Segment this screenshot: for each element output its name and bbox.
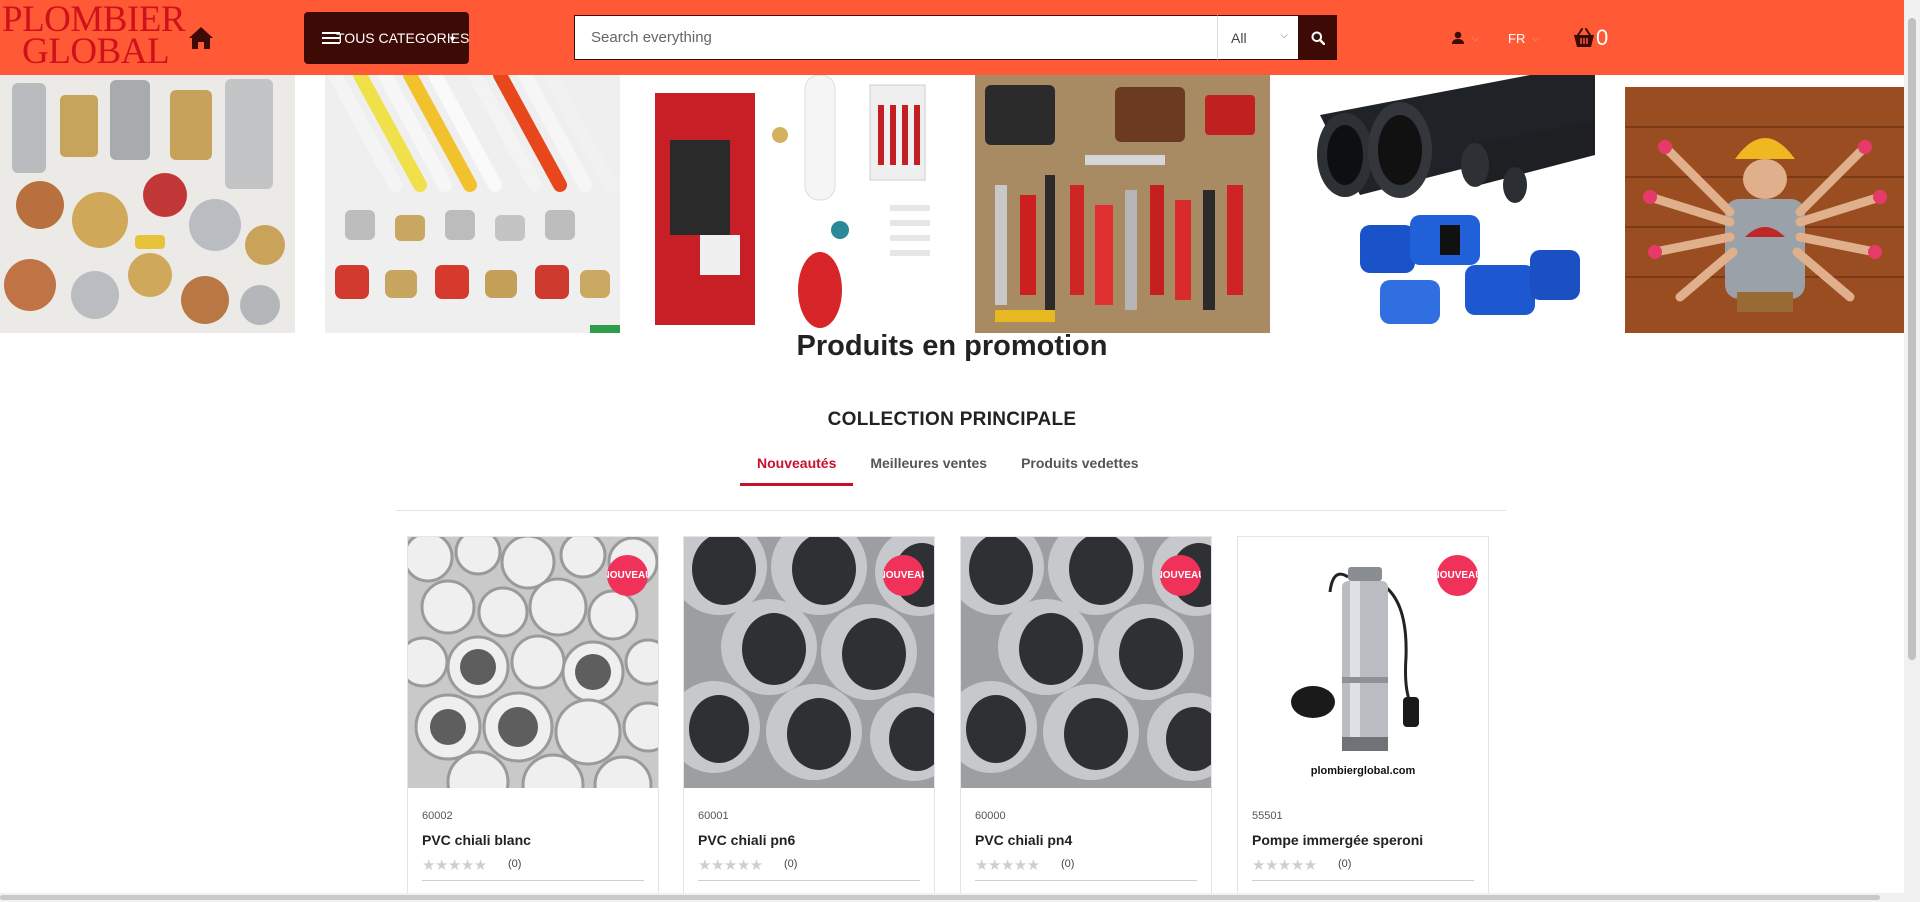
image-caption: plombierglobal.com xyxy=(1310,765,1416,777)
category-banner xyxy=(0,75,1904,333)
chevron-down-icon: ⌵ xyxy=(1532,32,1540,43)
language-selector[interactable]: FR ⌵ xyxy=(1508,24,1539,52)
banner-tile-heating[interactable] xyxy=(650,75,945,333)
tab-meilleures-ventes[interactable]: Meilleures ventes xyxy=(853,450,1004,486)
cart-count: 0 xyxy=(1596,25,1609,50)
new-badge: NOUVEAU xyxy=(1160,555,1201,596)
site-header: PLOMBIER GLOBAL TOUS CATEGORIES ▼ All ⌵ … xyxy=(0,0,1904,75)
new-badge: NOUVEAU xyxy=(1437,555,1478,596)
banner-tile-multilayer-pipes[interactable] xyxy=(325,75,620,333)
vertical-scrollbar-thumb[interactable] xyxy=(1908,18,1916,660)
card-divider xyxy=(698,880,920,881)
product-name[interactable]: PVC chiali pn4 xyxy=(975,832,1072,848)
collection-heading: COLLECTION PRINCIPALE xyxy=(827,409,1077,430)
new-badge: NOUVEAU xyxy=(883,555,924,596)
product-card[interactable]: NOUVEAU 60000 PVC chiali pn4 ★★★★★ (0) xyxy=(960,536,1212,902)
new-badge: NOUVEAU xyxy=(607,555,648,596)
review-count: (0) xyxy=(1061,858,1075,870)
product-ref: 60000 xyxy=(975,810,1006,822)
home-icon xyxy=(189,27,213,49)
user-icon xyxy=(1452,31,1464,44)
search-button[interactable] xyxy=(1299,15,1337,60)
cart-button[interactable]: 0 xyxy=(1572,24,1608,52)
tabs-divider xyxy=(396,510,1506,511)
card-divider xyxy=(975,880,1197,881)
product-card[interactable]: NOUVEAU 60002 PVC chiali blanc ★★★★★ (0) xyxy=(407,536,659,902)
search-input[interactable] xyxy=(574,15,1217,60)
horizontal-scrollbar[interactable] xyxy=(0,893,1904,902)
chevron-down-icon: ▼ xyxy=(448,34,457,44)
product-ref: 55501 xyxy=(1252,810,1283,822)
rating-stars: ★★★★★ xyxy=(1252,857,1317,874)
rating-stars: ★★★★★ xyxy=(698,857,763,874)
banner-tile-pe-pipes[interactable] xyxy=(1300,75,1595,333)
chevron-down-icon: ⌵ xyxy=(1280,30,1288,41)
review-count: (0) xyxy=(508,858,522,870)
tab-produits-vedettes[interactable]: Produits vedettes xyxy=(1004,450,1155,486)
banner-tile-worker[interactable] xyxy=(1625,87,1904,333)
horizontal-scrollbar-thumb[interactable] xyxy=(0,895,1880,900)
chevron-down-icon: ⌵ xyxy=(1472,32,1479,43)
search-icon xyxy=(1311,31,1325,45)
product-name[interactable]: PVC chiali pn6 xyxy=(698,832,795,848)
product-ref: 60002 xyxy=(422,810,453,822)
card-divider xyxy=(422,880,644,881)
search-scope-select[interactable]: All ⌵ xyxy=(1217,15,1299,60)
product-card[interactable]: NOUVEAU 60001 PVC chiali pn6 ★★★★★ (0) xyxy=(683,536,935,902)
review-count: (0) xyxy=(784,858,798,870)
product-card[interactable]: plombierglobal.com NOUVEAU 55501 Pompe i… xyxy=(1237,536,1489,902)
home-button[interactable] xyxy=(187,24,215,52)
product-name[interactable]: PVC chiali blanc xyxy=(422,832,531,848)
language-label: FR xyxy=(1508,30,1526,46)
logo-line-2: GLOBAL xyxy=(22,31,170,72)
review-count: (0) xyxy=(1338,858,1352,870)
site-logo[interactable]: PLOMBIER GLOBAL xyxy=(2,0,188,70)
rating-stars: ★★★★★ xyxy=(422,857,487,874)
all-categories-button[interactable]: TOUS CATEGORIES ▼ xyxy=(304,12,469,64)
vertical-scrollbar[interactable] xyxy=(1904,0,1920,902)
promotions-heading: Produits en promotion xyxy=(796,330,1108,362)
card-divider xyxy=(1252,880,1474,881)
banner-tile-fittings[interactable] xyxy=(0,75,295,333)
banner-tile-tools[interactable] xyxy=(975,75,1270,333)
search-bar: All ⌵ xyxy=(574,15,1337,60)
product-ref: 60001 xyxy=(698,810,729,822)
account-button[interactable]: ⌵ xyxy=(1451,24,1479,52)
rating-stars: ★★★★★ xyxy=(975,857,1040,874)
tab-nouveautes[interactable]: Nouveautés xyxy=(740,450,854,486)
cart-icon xyxy=(1574,28,1594,47)
collection-tabs: Nouveautés Meilleures ventes Produits ve… xyxy=(740,450,1156,486)
product-name[interactable]: Pompe immergée speroni xyxy=(1252,832,1423,848)
search-scope-value: All xyxy=(1231,29,1247,46)
